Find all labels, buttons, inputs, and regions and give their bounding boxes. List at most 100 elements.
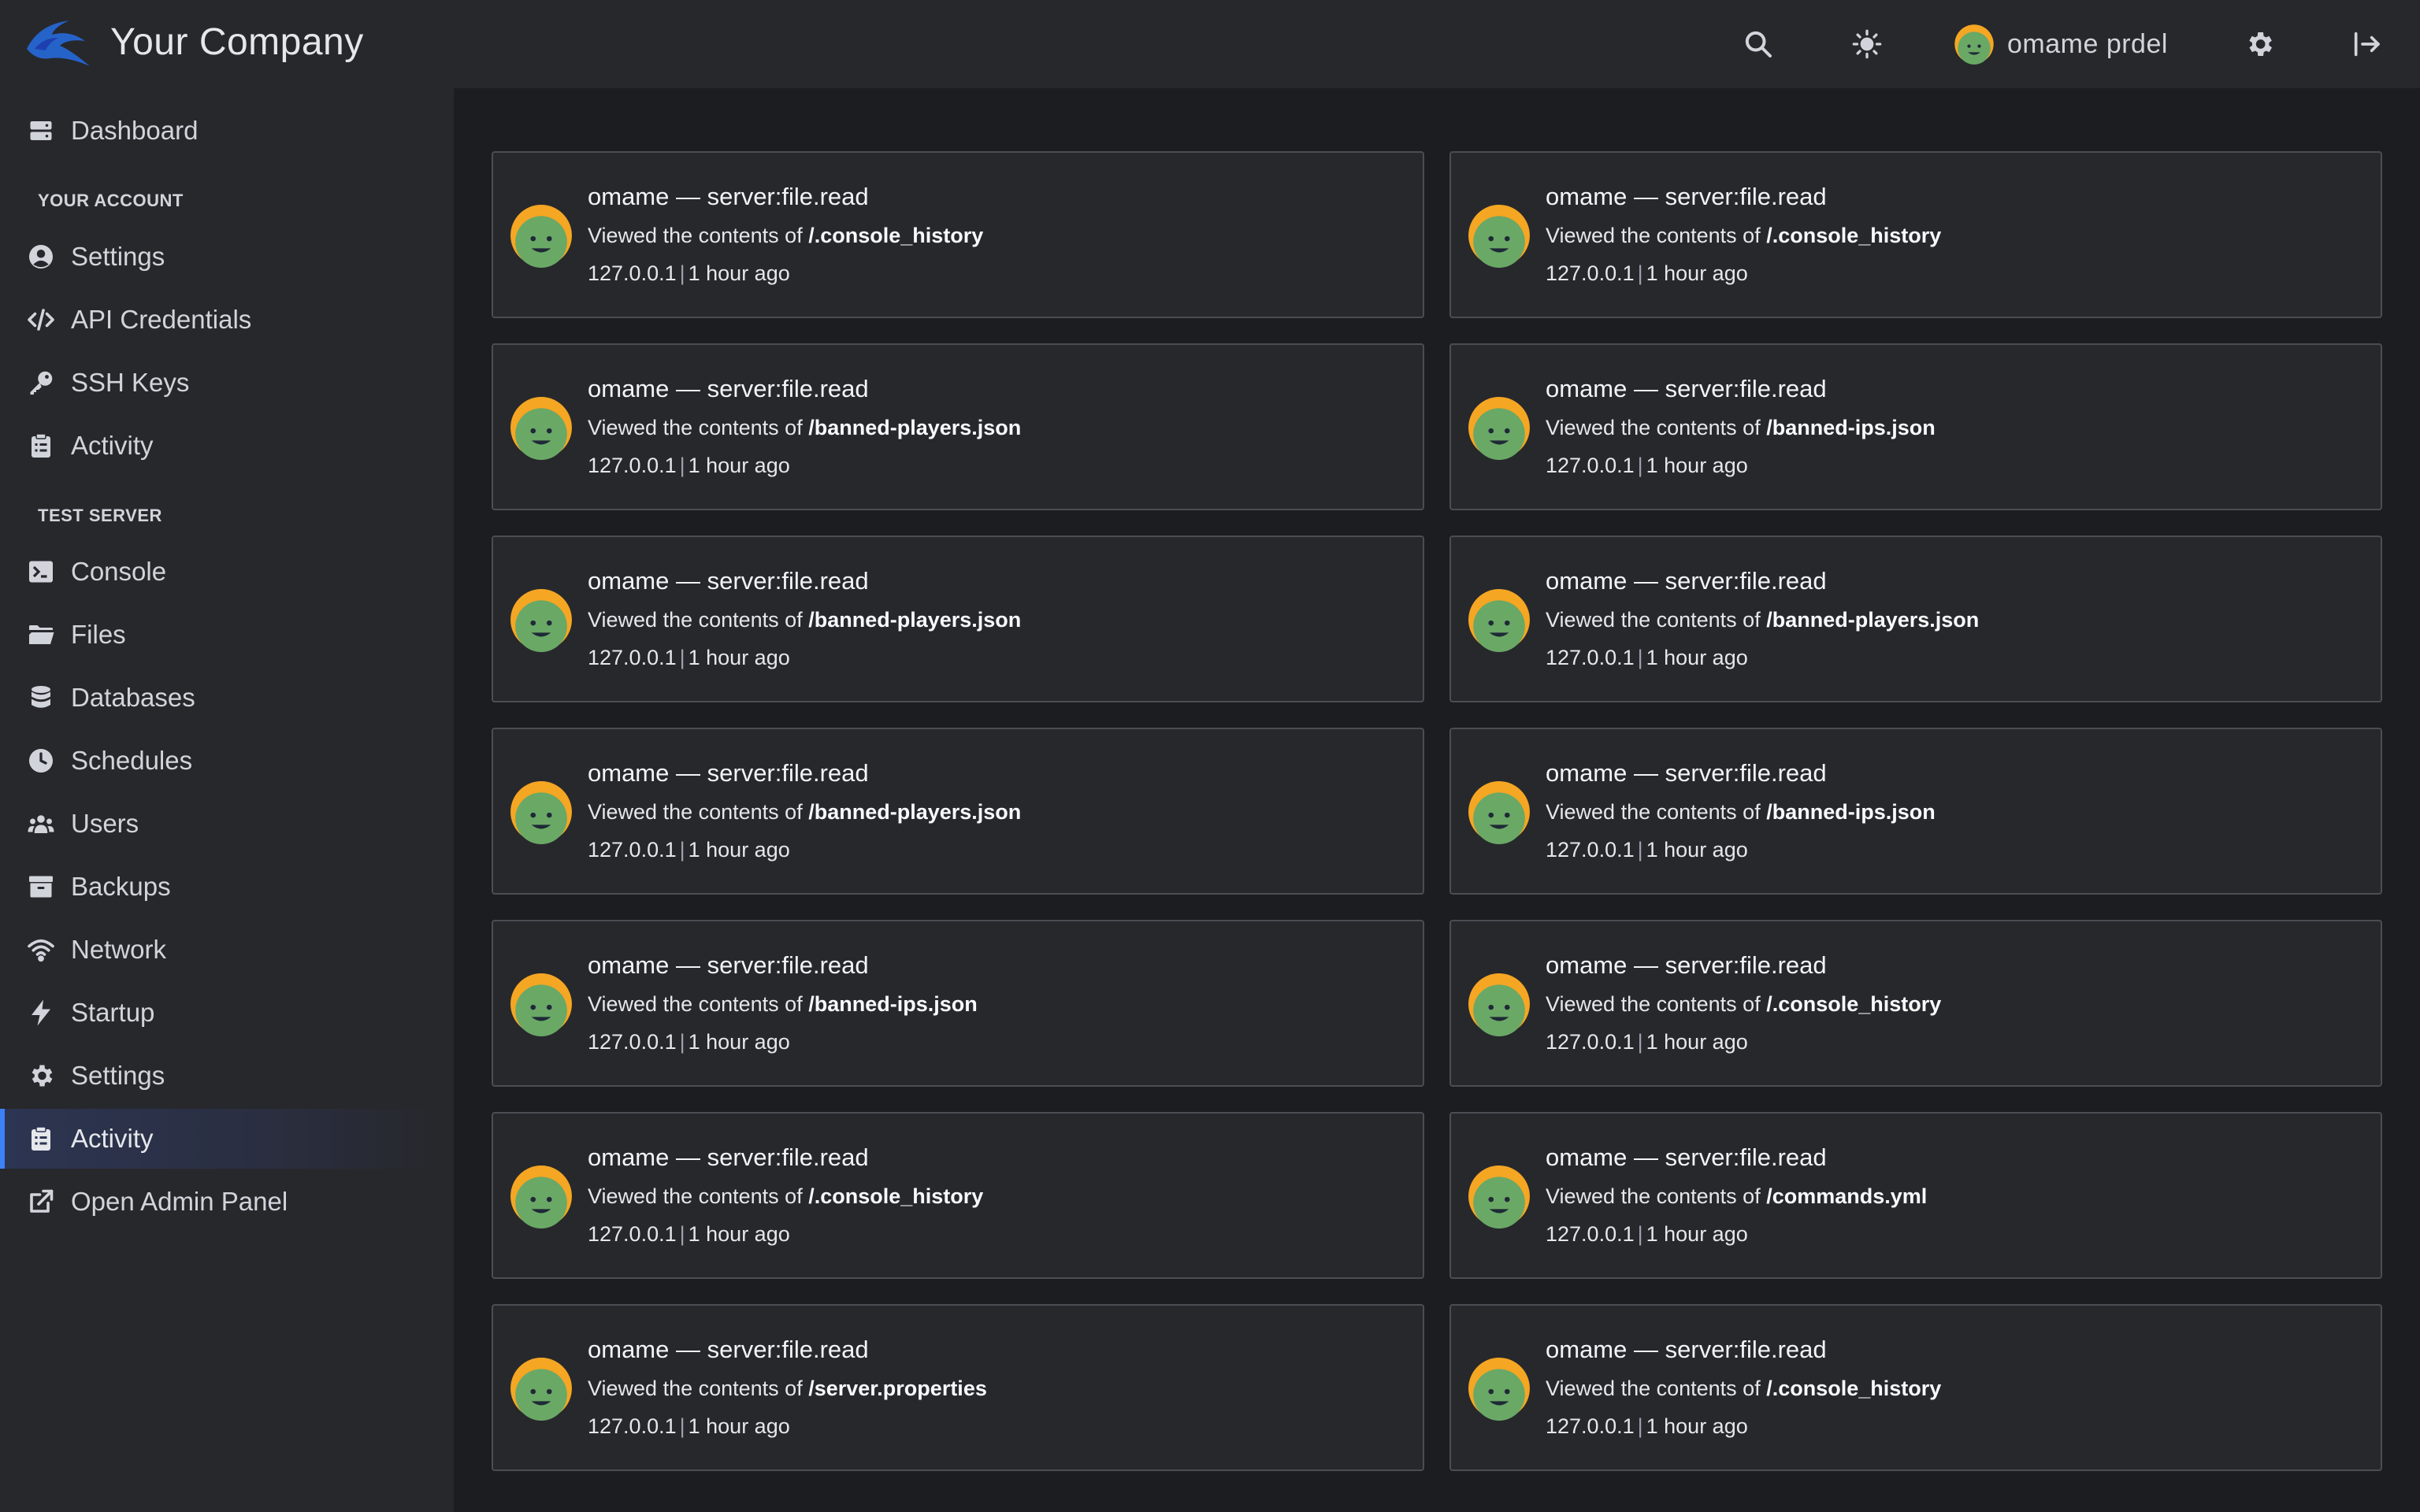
activity-description: Viewed the contents of /banned-players.j… [588,416,1021,440]
activity-separator: | [679,1030,685,1054]
sidebar-item-account-settings[interactable]: Settings [0,227,441,287]
activity-entry[interactable]: omame — server:file.read Viewed the conte… [492,1112,1424,1279]
activity-meta: 127.0.0.1 | 1 hour ago [588,646,790,670]
sidebar-item-console[interactable]: Console [0,542,441,602]
activity-entry[interactable]: omame — server:file.read Viewed the conte… [1449,536,2382,702]
activity-file: /banned-ips.json [808,992,978,1016]
sidebar-item-server-activity[interactable]: Activity [0,1109,441,1169]
activity-separator: | [1637,261,1643,285]
sidebar-item-files[interactable]: Files [0,605,441,665]
activity-ip: 127.0.0.1 [1546,261,1635,285]
activity-event: server:file.read [1665,567,1827,595]
activity-file: /banned-players.json [1766,608,1980,632]
activity-separator: | [1637,1414,1643,1438]
company-logo-icon[interactable] [24,17,93,69]
activity-dash: — [1634,1143,1658,1171]
activity-meta: 127.0.0.1 | 1 hour ago [1546,454,1748,478]
activity-description: Viewed the contents of /server.propertie… [588,1377,987,1401]
sidebar-item-label: Network [71,935,167,964]
clipboard-icon [32,433,50,458]
activity-time: 1 hour ago [688,838,790,862]
company-name[interactable]: Your Company [110,20,364,64]
sidebar-item-open-admin-panel[interactable]: Open Admin Panel [0,1172,441,1232]
activity-event: server:file.read [1665,759,1827,787]
sidebar-item-users[interactable]: Users [0,794,441,854]
activity-meta: 127.0.0.1 | 1 hour ago [588,838,790,862]
activity-meta: 127.0.0.1 | 1 hour ago [1546,646,1748,670]
activity-entry[interactable]: omame — server:file.read Viewed the conte… [1449,920,2382,1087]
avatar [1468,205,1530,268]
activity-time: 1 hour ago [1646,1222,1748,1246]
sidebar-item-databases[interactable]: Databases [0,668,441,728]
activity-separator: | [1637,454,1643,477]
activity-time: 1 hour ago [688,1030,790,1054]
activity-file: /.console_history [808,1184,984,1208]
sign-out-icon[interactable] [2346,24,2387,65]
sidebar-item-schedules[interactable]: Schedules [0,731,441,791]
avatar [1468,589,1530,652]
search-icon[interactable] [1738,24,1779,65]
activity-title: omame — server:file.read [1546,759,1827,788]
activity-title: omame — server:file.read [588,1336,869,1364]
sidebar-item-server-settings[interactable]: Settings [0,1046,441,1106]
activity-entry[interactable]: omame — server:file.read Viewed the conte… [1449,728,2382,895]
activity-user: omame [1546,183,1628,210]
activity-entry[interactable]: omame — server:file.read Viewed the conte… [492,343,1424,510]
activity-event: server:file.read [707,759,869,787]
activity-file: /server.properties [808,1377,987,1400]
activity-title: omame — server:file.read [1546,567,1827,595]
sidebar-item-api-credentials[interactable]: API Credentials [0,290,441,350]
sidebar-item-label: Databases [71,683,195,712]
activity-description-prefix: Viewed the contents of [588,1377,803,1400]
sidebar-item-backups[interactable]: Backups [0,857,441,917]
activity-event: server:file.read [707,1143,869,1171]
activity-entry[interactable]: omame — server:file.read Viewed the conte… [492,1304,1424,1471]
activity-title: omame — server:file.read [588,375,869,403]
activity-description-prefix: Viewed the contents of [1546,416,1761,439]
sidebar-item-account-activity[interactable]: Activity [0,416,441,476]
gear-icon[interactable] [2239,24,2280,65]
activity-description: Viewed the contents of /.console_history [1546,1377,1941,1401]
activity-description-prefix: Viewed the contents of [1546,1377,1761,1400]
user-circle-icon [29,245,53,269]
activity-dash: — [1634,951,1658,979]
avatar [1468,781,1530,844]
activity-time: 1 hour ago [1646,454,1748,477]
activity-user: omame [588,375,670,402]
activity-meta: 127.0.0.1 | 1 hour ago [588,1030,790,1054]
avatar [510,973,572,1036]
bolt-icon [32,999,50,1026]
activity-file: /.console_history [1766,1377,1942,1400]
sidebar-item-startup[interactable]: Startup [0,983,441,1043]
activity-user: omame [1546,1336,1628,1363]
activity-entry[interactable]: omame — server:file.read Viewed the conte… [1449,343,2382,510]
sidebar-item-label: Startup [71,998,155,1027]
theme-toggle-sun-icon[interactable] [1847,24,1887,65]
activity-description-prefix: Viewed the contents of [588,1184,803,1208]
activity-description: Viewed the contents of /banned-ips.json [1546,800,1936,825]
activity-meta: 127.0.0.1 | 1 hour ago [1546,1030,1748,1054]
sidebar-item-label: Console [71,557,167,586]
activity-entry[interactable]: omame — server:file.read Viewed the conte… [492,920,1424,1087]
avatar [510,589,572,652]
activity-entry[interactable]: omame — server:file.read Viewed the conte… [1449,1112,2382,1279]
activity-user: omame [588,951,670,979]
activity-entry[interactable]: omame — server:file.read Viewed the conte… [492,728,1424,895]
archive-icon [29,876,53,898]
avatar [510,781,572,844]
activity-description: Viewed the contents of /banned-players.j… [588,800,1021,825]
activity-log: omame — server:file.read Viewed the conte… [454,88,2420,1512]
activity-entry[interactable]: omame — server:file.read Viewed the conte… [492,151,1424,318]
activity-time: 1 hour ago [1646,838,1748,862]
sidebar-item-network[interactable]: Network [0,920,441,980]
activity-separator: | [679,1222,685,1246]
user-menu[interactable]: omame prdel [1954,22,2168,66]
activity-entry[interactable]: omame — server:file.read Viewed the conte… [1449,151,2382,318]
activity-entry[interactable]: omame — server:file.read Viewed the conte… [1449,1304,2382,1471]
activity-time: 1 hour ago [688,454,790,477]
activity-entry[interactable]: omame — server:file.read Viewed the conte… [492,536,1424,702]
sidebar-item-dashboard[interactable]: Dashboard [0,101,441,161]
activity-dash: — [676,567,700,595]
sidebar-item-ssh-keys[interactable]: SSH Keys [0,353,441,413]
activity-time: 1 hour ago [1646,261,1748,285]
